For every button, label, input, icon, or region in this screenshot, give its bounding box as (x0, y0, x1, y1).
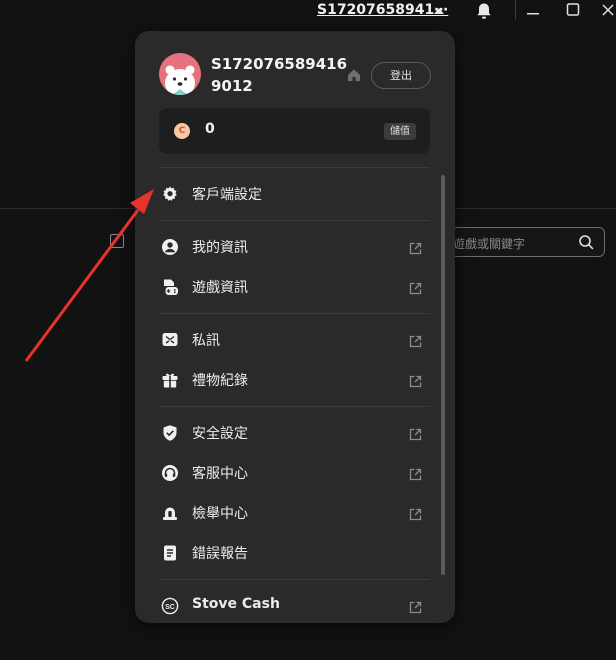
gear-icon (161, 185, 179, 203)
menu-item-report-center[interactable]: 檢舉中心 (159, 495, 430, 531)
external-link-icon (409, 426, 422, 441)
account-dropdown-panel: S1720765894169012 登出 C 0 儲值 客戶端設定 我的資訊 遊… (135, 31, 455, 623)
polar-bear-avatar-icon (159, 53, 201, 95)
document-icon (161, 544, 179, 562)
menu-item-security-settings[interactable]: 安全設定 (159, 415, 430, 451)
menu-item-game-info[interactable]: 遊戲資訊 (159, 269, 430, 305)
close-icon[interactable] (598, 0, 616, 22)
logout-button[interactable]: 登出 (371, 62, 431, 89)
maximize-icon[interactable] (562, 0, 584, 22)
menu-label-stove-cash: Stove Cash (192, 596, 280, 612)
coin-balance: 0 (205, 121, 215, 137)
external-link-icon (409, 599, 422, 614)
svg-text:SC: SC (165, 604, 175, 611)
menu-divider (159, 313, 430, 314)
menu-item-gift-history[interactable]: 禮物紀錄 (159, 362, 430, 398)
menu-item-stove-cash[interactable]: SC Stove Cash (159, 588, 430, 623)
stove-cash-icon: SC (161, 597, 179, 615)
external-link-icon (409, 333, 422, 348)
external-link-icon (409, 506, 422, 521)
shield-icon (161, 424, 179, 442)
menu-scrollbar[interactable] (441, 175, 445, 575)
gamepad-icon (161, 278, 179, 296)
home-icon (347, 67, 361, 81)
menu-item-messages[interactable]: 私訊 (159, 322, 430, 358)
external-link-icon (409, 466, 422, 481)
menu-label-gift-history: 禮物紀錄 (192, 373, 248, 389)
headset-icon (161, 464, 179, 482)
menu-label-my-info: 我的資訊 (192, 240, 248, 256)
wallet-box: C 0 儲值 (159, 108, 430, 154)
menu-item-client-settings[interactable]: 客戶端設定 (159, 176, 430, 212)
menu-divider (159, 579, 430, 580)
toolbar-divider (515, 0, 516, 20)
search-icon[interactable] (578, 234, 594, 250)
search-input[interactable]: 遊戲或關鍵字 (453, 235, 525, 252)
external-link-icon (409, 280, 422, 295)
filter-checkbox[interactable] (110, 234, 124, 248)
menu-divider (159, 220, 430, 221)
gift-icon (161, 371, 179, 389)
menu-item-customer-service[interactable]: 客服中心 (159, 455, 430, 491)
menu-label-client-settings: 客戶端設定 (192, 187, 262, 203)
avatar[interactable] (159, 53, 201, 95)
bell-icon[interactable] (474, 1, 494, 21)
menu-label-customer-service: 客服中心 (192, 466, 248, 482)
topup-button[interactable]: 儲值 (384, 123, 416, 140)
menu-label-security-settings: 安全設定 (192, 426, 248, 442)
external-link-icon (409, 240, 422, 255)
user-menu-toggle[interactable]: S17207658941⋯ (317, 2, 448, 18)
external-link-icon (409, 373, 422, 388)
menu-label-game-info: 遊戲資訊 (192, 280, 248, 296)
profile-username: S1720765894169012 (211, 55, 348, 95)
menu-divider (159, 406, 430, 407)
coin-icon: C (174, 123, 190, 139)
minimize-icon[interactable] (522, 0, 544, 22)
scrollbar-thumb[interactable] (441, 175, 445, 575)
caret-up-icon[interactable] (434, 8, 444, 14)
menu-label-report-center: 檢舉中心 (192, 506, 248, 522)
menu-label-bug-report: 錯誤報告 (192, 546, 248, 562)
message-icon (161, 331, 179, 349)
siren-icon (161, 504, 179, 522)
menu-label-messages: 私訊 (192, 333, 220, 349)
title-bar: S17207658941⋯ (0, 0, 616, 24)
search-box[interactable]: 遊戲或關鍵字 (430, 227, 605, 257)
user-circle-icon (161, 238, 179, 256)
menu-divider (159, 167, 430, 168)
menu-item-bug-report[interactable]: 錯誤報告 (159, 535, 430, 571)
menu-item-my-info[interactable]: 我的資訊 (159, 229, 430, 265)
